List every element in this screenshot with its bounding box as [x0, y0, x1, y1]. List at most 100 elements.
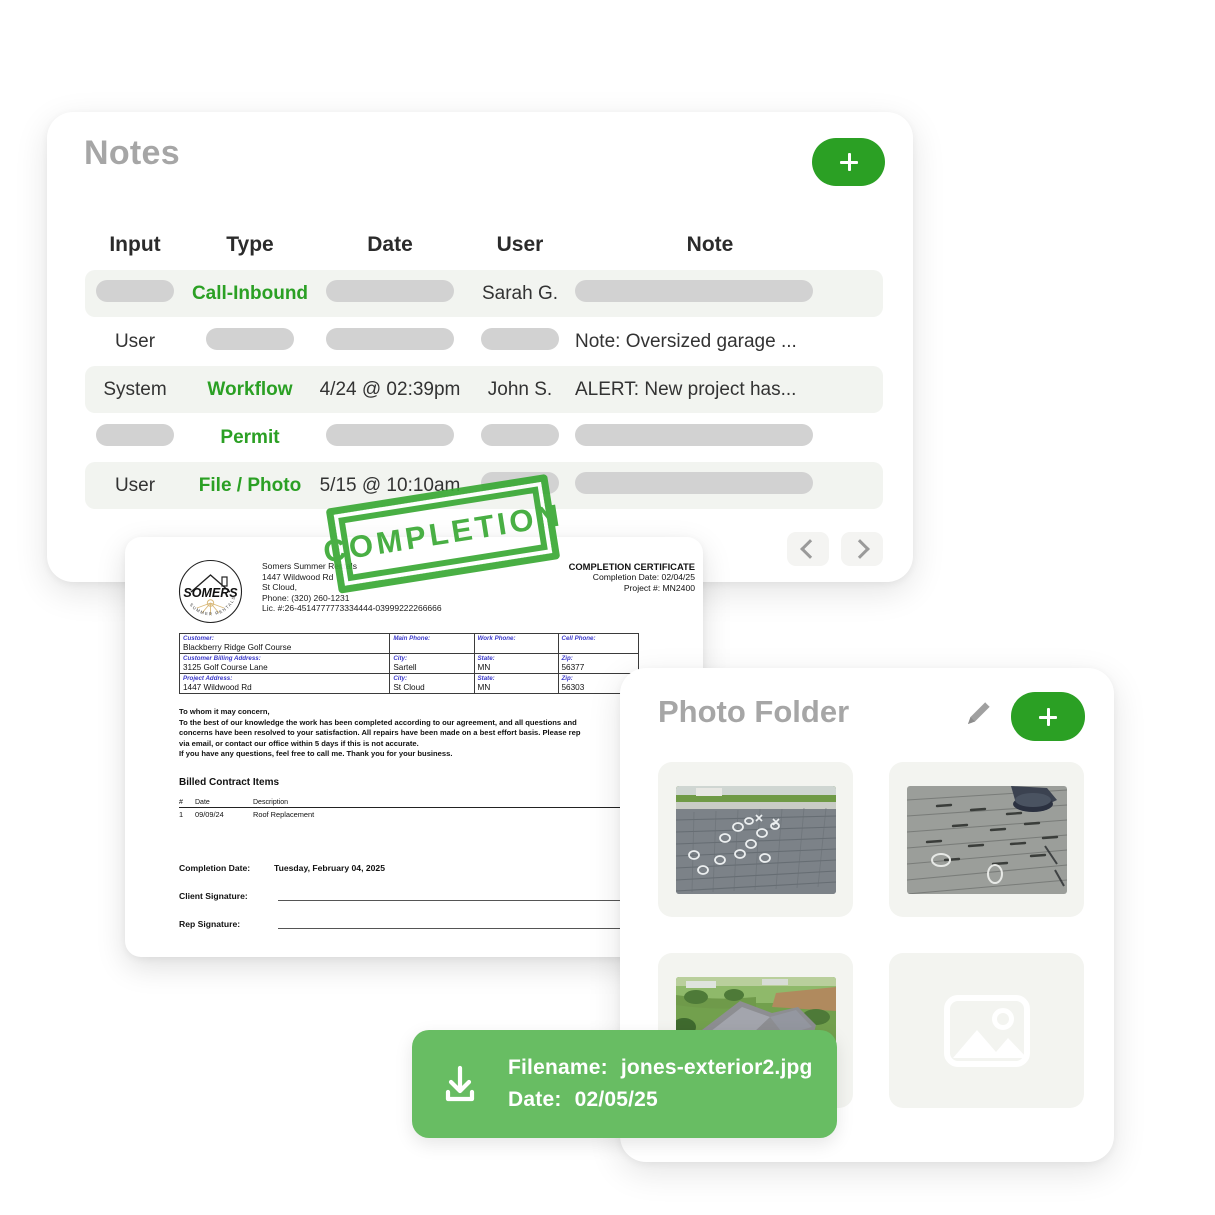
completion-date-value: Tuesday, February 04, 2025: [274, 863, 385, 873]
notes-table-header: Input Type Date User Note: [85, 220, 883, 270]
masked-value: [481, 423, 559, 446]
column-header-user: User: [496, 233, 544, 256]
field-label: Main Phone:: [393, 635, 431, 642]
notes-title: Notes: [84, 134, 180, 172]
company-city: St Cloud,: [262, 582, 297, 593]
completion-date-row: Completion Date: Tuesday, February 04, 2…: [179, 845, 649, 873]
cell-input: [85, 279, 185, 308]
table-row[interactable]: System Workflow 4/24 @ 02:39pm John S. A…: [85, 366, 883, 413]
rep-signature-line[interactable]: [278, 914, 649, 929]
filename-label: Filename:: [508, 1056, 608, 1079]
customer-info-table: Customer: Blackberry Ridge Golf Course M…: [178, 632, 639, 695]
certificate-title: COMPLETION CERTIFICATE: [568, 561, 695, 572]
table-row: 1 09/09/24 Roof Replacement: [179, 808, 639, 819]
billed-items-heading: Billed Contract Items: [179, 777, 280, 788]
document-page: SOMERS SUMMER RENTALS Somers Summer Rent…: [125, 537, 703, 957]
add-photo-button[interactable]: [1011, 692, 1085, 741]
cell-cell-phone: Cell Phone:: [557, 632, 639, 655]
cell-type: Workflow: [207, 378, 293, 400]
photo-cell-roof-shingles-marked-2[interactable]: [889, 762, 1084, 917]
completion-certificate-document[interactable]: SOMERS SUMMER RENTALS Somers Summer Rent…: [125, 537, 703, 957]
masked-value: [206, 327, 294, 350]
prev-page-button[interactable]: [787, 532, 829, 566]
next-page-button[interactable]: [841, 532, 883, 566]
billed-items-header: # Date Description: [179, 799, 639, 808]
certificate-project-number: Project #: MN2400: [623, 583, 695, 593]
svg-text:SOMERS: SOMERS: [183, 586, 238, 600]
screen-root: Notes Input Type Date User Note Call-Inb…: [0, 0, 1215, 1215]
cell-customer: Customer: Blackberry Ridge Golf Course: [178, 632, 391, 655]
cell-billing-zip: Zip: 56377: [557, 653, 639, 675]
plus-icon: [1038, 707, 1058, 727]
certificate-header: COMPLETION CERTIFICATE Completion Date: …: [455, 561, 695, 594]
company-address-block: Somers Summer Rentals 1447 Wildwood Rd S…: [262, 561, 442, 614]
rep-signature-label: Rep Signature:: [179, 919, 241, 929]
cell-type: [185, 327, 315, 356]
cell-input: System: [103, 378, 167, 400]
date-row: Date: 02/05/25: [508, 1084, 813, 1116]
cell-date: [315, 279, 465, 308]
filename-row: Filename: jones-exterior2.jpg: [508, 1052, 813, 1084]
masked-value: [575, 279, 813, 302]
table-row[interactable]: Permit: [85, 414, 883, 461]
cell-billing-city: City: Sartell: [389, 653, 475, 675]
letter-line-4: If you have any questions, feel free to …: [179, 749, 453, 759]
client-signature-label: Client Signature:: [179, 891, 248, 901]
masked-value: [575, 423, 813, 446]
masked-value: [326, 327, 454, 350]
photo-thumbnail: [906, 785, 1067, 894]
cell-input: User: [114, 474, 156, 496]
column-header-type: Type: [226, 233, 274, 256]
rep-signature-row: Rep Signature:: [179, 901, 649, 929]
field-value: Blackberry Ridge Golf Course: [183, 642, 292, 652]
cell-date: [315, 423, 465, 452]
date-label: Date:: [508, 1088, 562, 1111]
company-street: 1447 Wildwood Rd: [262, 571, 334, 582]
filename-value: jones-exterior2.jpg: [620, 1056, 813, 1079]
table-row: Project Address: 1447 Wildwood Rd City: …: [178, 673, 639, 695]
cell-description: Roof Replacement: [253, 810, 315, 819]
download-banner-text: Filename: jones-exterior2.jpg Date: 02/0…: [508, 1052, 813, 1116]
add-note-button[interactable]: [812, 138, 885, 186]
cell-billing-address: Customer Billing Address: 3125 Golf Cour…: [178, 653, 391, 675]
table-row[interactable]: User Note: Oversized garage ...: [85, 318, 883, 365]
table-row: Customer: Blackberry Ridge Golf Course M…: [178, 632, 639, 655]
image-placeholder-icon: [941, 992, 1033, 1070]
certificate-completion-date: Completion Date: 02/04/25: [592, 572, 695, 582]
client-signature-line[interactable]: [278, 886, 649, 901]
cell-note: [575, 471, 845, 500]
field-value: MN: [477, 682, 491, 692]
field-value: MN: [477, 662, 491, 672]
cell-input: User: [114, 330, 156, 352]
cell-input: [85, 423, 185, 452]
field-label: State:: [477, 675, 495, 683]
download-icon[interactable]: [412, 1062, 508, 1106]
cell-number: 1: [179, 810, 184, 819]
edit-pencil-icon[interactable]: [962, 696, 996, 730]
photo-cell-image-placeholder[interactable]: [889, 953, 1084, 1108]
cell-work-phone: Work Phone:: [473, 632, 559, 655]
cell-date: 4/24 @ 02:39pm: [319, 378, 461, 400]
download-banner[interactable]: Filename: jones-exterior2.jpg Date: 02/0…: [412, 1030, 837, 1138]
table-row: Customer Billing Address: 3125 Golf Cour…: [178, 653, 639, 675]
field-label: Project Address:: [183, 675, 233, 683]
cell-note: [575, 279, 845, 308]
signature-section: Completion Date: Tuesday, February 04, 2…: [179, 845, 649, 929]
field-value: 1447 Wildwood Rd: [183, 682, 252, 692]
field-value: 3125 Golf Course Lane: [183, 662, 268, 672]
table-row[interactable]: User File / Photo 5/15 @ 10:10am: [85, 462, 883, 509]
photo-cell-roof-shingles-marked-1[interactable]: [658, 762, 853, 917]
column-header-number: #: [179, 799, 183, 806]
plus-icon: [839, 152, 859, 172]
column-header-description: Description: [253, 799, 289, 806]
cell-project-state: State: MN: [473, 673, 559, 695]
masked-value: [96, 423, 174, 446]
date-value: 02/05/25: [574, 1088, 658, 1111]
field-label: Cell Phone:: [561, 635, 596, 642]
masked-value: [481, 471, 559, 494]
table-row[interactable]: Call-Inbound Sarah G.: [85, 270, 883, 317]
letter-salutation: To whom it may concern,: [179, 707, 270, 716]
notes-table: Input Type Date User Note Call-Inbound S…: [85, 220, 883, 510]
pagination: [787, 532, 883, 566]
letter-body: To whom it may concern, To the best of o…: [179, 707, 649, 760]
